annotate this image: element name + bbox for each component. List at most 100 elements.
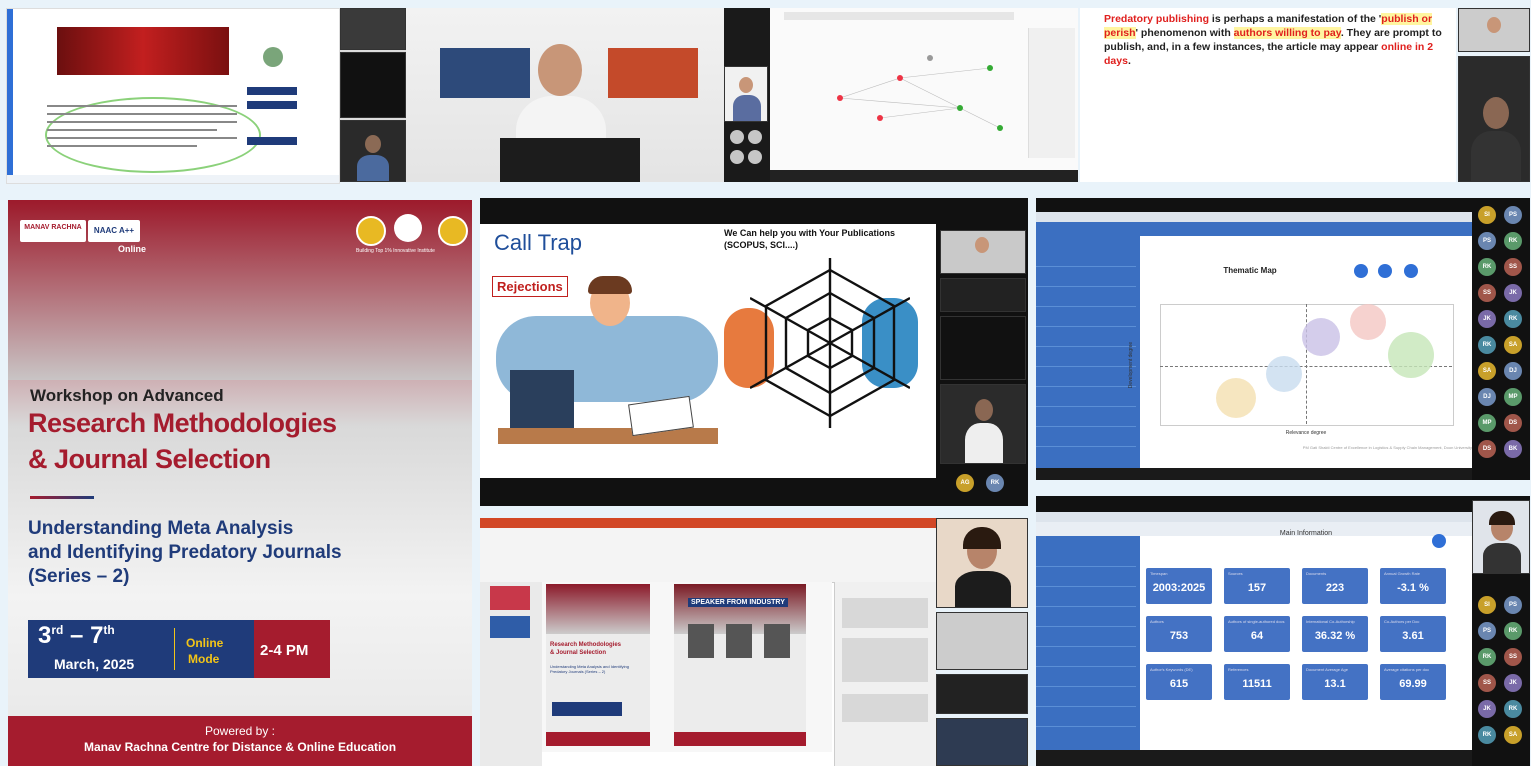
participant-avatar: JK <box>1478 700 1496 718</box>
participant-column-2: SI PS PS RK RK SS SS JK JK RK RK SA <box>1472 496 1530 766</box>
participant-avatar: PS <box>1478 232 1496 250</box>
footer-caption: PM Gati Shakti Centre of Excellence in L… <box>1302 445 1472 450</box>
metric-label: Authors of single-authored docs <box>1228 619 1285 624</box>
participant-avatar: SI <box>1478 596 1496 614</box>
powered-label: Powered by : <box>204 724 276 738</box>
participant-avatar: SI <box>1478 206 1496 224</box>
participant-avatar: RK <box>1478 726 1496 744</box>
metric-value: 615 <box>1169 678 1189 690</box>
settings-icon[interactable] <box>1404 264 1418 278</box>
add-icon[interactable] <box>1432 534 1446 548</box>
participant-avatar: SA <box>1504 336 1522 354</box>
metric-label: Timespan <box>1150 571 1168 576</box>
participant-avatar: MP <box>1478 414 1496 432</box>
metric-card: Authors 753 <box>1146 616 1212 652</box>
seal-icon <box>356 216 386 246</box>
metric-card: Author's Keywords (DE) 615 <box>1146 664 1212 700</box>
seal-caption: Building Top 1% Innovative Institute <box>356 248 435 254</box>
metric-label: References <box>1228 667 1249 672</box>
participant-cam-4 <box>936 718 1028 766</box>
help-line2: (SCOPUS, SCI....) <box>724 240 799 250</box>
help-line1: We Can help you with Your Publications <box>724 228 896 238</box>
participant-avatar: RK <box>1478 258 1496 276</box>
mini-title1: Research Methodologies <box>550 642 622 648</box>
participant-avatar: PS <box>1504 596 1522 614</box>
metric-label: Documents <box>1306 571 1327 576</box>
predatory-slide-tile: Predatory publishing is perhaps a manife… <box>1080 8 1456 182</box>
participant-avatar: RK <box>986 474 1004 492</box>
participant-avatar: JK <box>1504 674 1522 692</box>
participant-avatar: AG <box>956 474 974 492</box>
participant-cam-speaker <box>1458 56 1530 182</box>
metric-value: 13.1 <box>1324 678 1346 690</box>
series-line1: Understanding Meta Analysis <box>28 518 294 539</box>
participant-avatar: RK <box>1504 622 1522 640</box>
metric-value: 223 <box>1325 582 1345 594</box>
participant-avatar: RK <box>1478 336 1496 354</box>
metric-card: Document Average Age 13.1 <box>1302 664 1368 700</box>
powered-org: Manav Rachna Centre for Distance & Onlin… <box>83 740 397 754</box>
participant-column-1: SI PS PS RK RK SS SS JK JK RK RK SA SA DJ DJ MP MP DS DS BK <box>1472 198 1530 480</box>
metric-label: Authors <box>1150 619 1164 624</box>
participant-cam-presenter <box>936 518 1028 608</box>
theme-bubble <box>1216 378 1256 418</box>
participant-cam-2 <box>936 612 1028 670</box>
call-trap-slide-tile: Call Trap Rejections We Can help you wit… <box>480 198 1028 506</box>
metric-card: Co-Authors per Doc 3.61 <box>1380 616 1446 652</box>
mode-line1: Online <box>186 636 224 650</box>
stop-icon[interactable] <box>1378 264 1392 278</box>
participant-avatar: RK <box>1504 232 1522 250</box>
play-icon[interactable] <box>1354 264 1368 278</box>
theme-bubble <box>1302 318 1340 356</box>
participant-avatar: SS <box>1504 648 1522 666</box>
online-tag: Online <box>118 244 147 254</box>
network-graph <box>837 55 1003 131</box>
theme-bubble <box>1266 356 1302 392</box>
metric-label: Sources <box>1228 571 1243 576</box>
participant-cam-top <box>1458 8 1530 52</box>
metric-card: International Co-Authorship 36.32 % <box>1302 616 1368 652</box>
metric-card: References 11511 <box>1224 664 1290 700</box>
metric-label: Author's Keywords (DE) <box>1150 667 1193 672</box>
spider-web-icon <box>750 258 910 428</box>
metric-label: Average citations per doc <box>1384 667 1430 672</box>
metric-value: 2003:2025 <box>1152 582 1206 594</box>
metric-value: 64 <box>1250 630 1264 642</box>
metric-card: Annual Growth Rate -3.1 % <box>1380 568 1446 604</box>
metric-card: Authors of single-authored docs 64 <box>1224 616 1290 652</box>
slide-title: Call Trap <box>494 230 583 255</box>
participant-avatar: JK <box>1504 284 1522 302</box>
metric-value: 753 <box>1169 630 1189 642</box>
institution-logo-icon <box>394 214 422 242</box>
metric-value: 3.61 <box>1402 630 1424 642</box>
thematic-map-title: Thematic Map <box>1223 266 1277 275</box>
participant-avatar: SA <box>1478 362 1496 380</box>
metric-value: 69.99 <box>1399 678 1427 690</box>
participant-avatar: PS <box>1504 206 1522 224</box>
participant-avatar: DJ <box>1504 362 1522 380</box>
metric-value: 11511 <box>1242 678 1272 690</box>
metric-card: Sources 157 <box>1224 568 1290 604</box>
metric-value: 157 <box>1247 582 1267 594</box>
mini-sub: Understanding Meta Analysis and Identify… <box>550 664 629 674</box>
participant-avatar: RK <box>1478 648 1496 666</box>
participant-avatar: SS <box>1504 258 1522 276</box>
workshop-subtitle: Workshop on Advanced <box>30 386 224 405</box>
time-label: 2-4 PM <box>260 642 309 659</box>
emblem-icon <box>438 216 468 246</box>
x-axis-label: Relevance degree <box>1285 430 1327 436</box>
participant-avatar: BK <box>1504 440 1522 458</box>
metric-card: Documents 223 <box>1302 568 1368 604</box>
title-divider <box>30 496 94 499</box>
participant-avatar: DS <box>1478 440 1496 458</box>
metric-value: 36.32 % <box>1314 630 1356 642</box>
browser-article-tile <box>6 8 340 184</box>
workshop-poster: MANAV RACHNA NAAC A++ Online Building To… <box>8 200 472 766</box>
poster-title-line2: & Journal Selection <box>28 444 271 474</box>
thematic-map-tile: Thematic Map Relevance degree Developmen… <box>1036 198 1472 480</box>
main-info-title: Main Information <box>1279 530 1333 537</box>
series-line3: (Series – 2) <box>28 566 130 587</box>
participant-avatar: MP <box>1504 388 1522 406</box>
series-line2: and Identifying Predatory Journals <box>28 542 342 563</box>
theme-bubble <box>1388 332 1434 378</box>
